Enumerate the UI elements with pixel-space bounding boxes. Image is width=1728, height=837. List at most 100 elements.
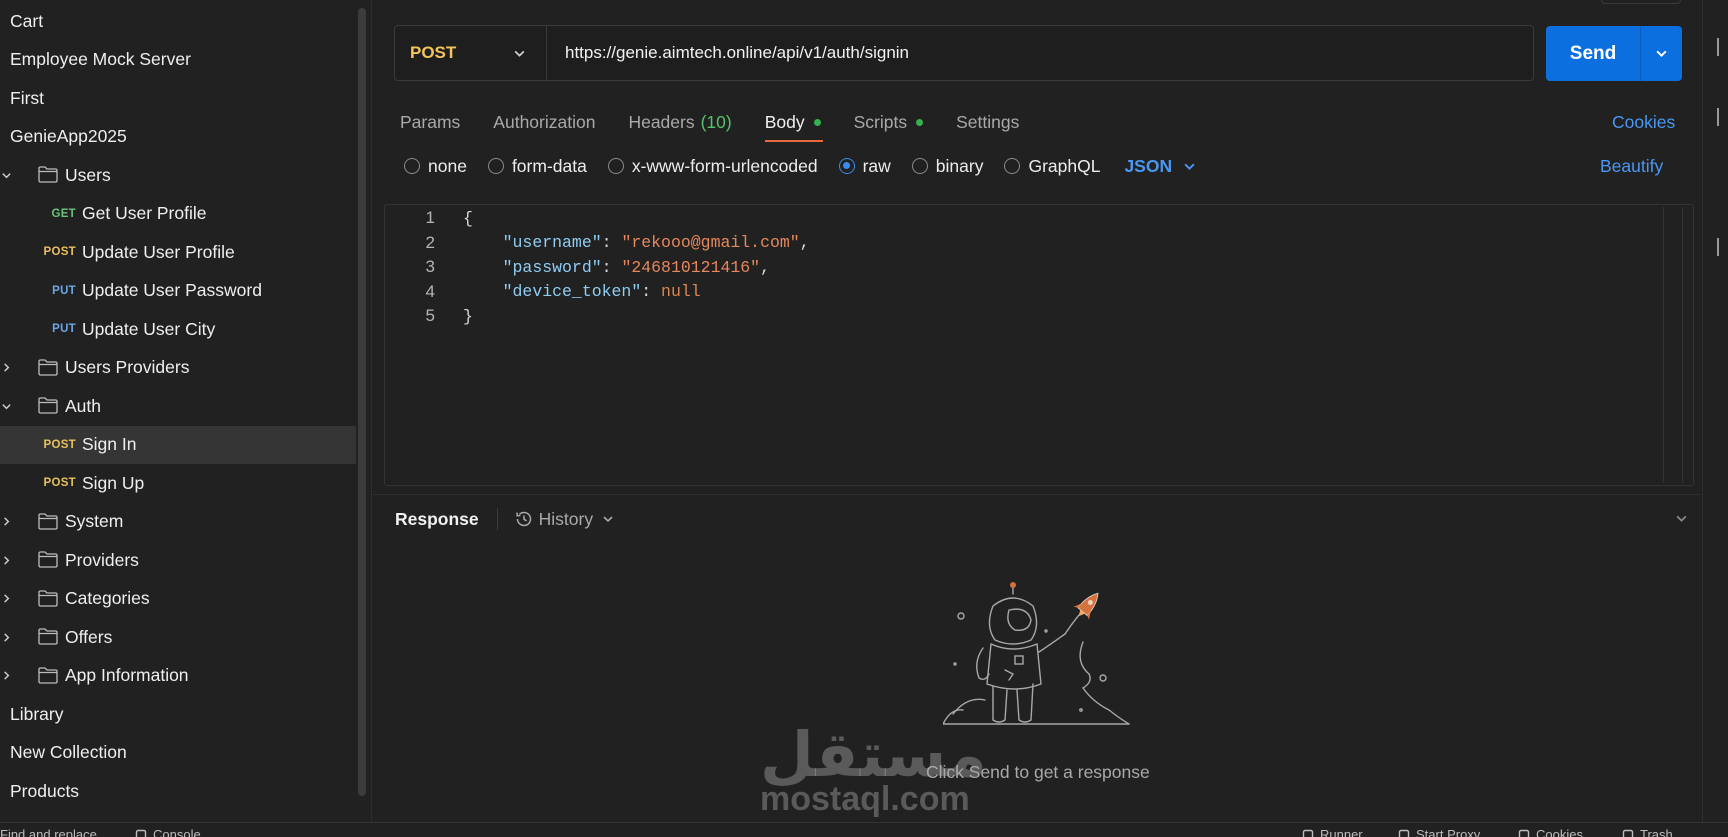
folder-icon [38, 166, 58, 183]
editor-scrollbar[interactable] [1663, 207, 1683, 483]
radio-circle[interactable] [1004, 158, 1021, 174]
body-language-select[interactable]: JSON [1124, 156, 1196, 177]
pane-divider[interactable] [373, 494, 1701, 495]
sidebar-request-item[interactable]: PUT Update User City [0, 310, 356, 349]
radio-circle[interactable] [404, 158, 420, 174]
sidebar-folder-item[interactable]: Users Providers [0, 349, 356, 388]
chevron-right-icon[interactable] [0, 541, 12, 579]
line-number: 2 [425, 232, 435, 252]
json-key: "device_token" [502, 282, 642, 301]
code-line: 2 "username": "rekooo@gmail.com", [385, 231, 810, 255]
json-colon: : [641, 282, 662, 301]
tab-params[interactable]: Params [400, 104, 460, 140]
status-item-start-proxy[interactable]: Start Proxy [1398, 827, 1480, 837]
sidebar-folder-item[interactable]: App Information [0, 657, 356, 696]
send-options-button[interactable] [1641, 26, 1682, 81]
chevron-down-icon [514, 50, 525, 57]
sidebar-folder-item[interactable]: Providers [0, 541, 356, 580]
url-bar: POST [394, 25, 1534, 81]
method-badge: GET [51, 207, 76, 220]
radio-raw[interactable]: raw [838, 156, 891, 177]
radio-circle[interactable] [838, 158, 855, 174]
status-item-runner[interactable]: Runner [1302, 827, 1363, 837]
tab-body[interactable]: Body [764, 104, 823, 142]
method-select-value: POST [410, 43, 457, 62]
method-badge: PUT [52, 323, 76, 336]
sidebar-request-item[interactable]: POST Sign Up [0, 464, 356, 503]
tab-label: Body [764, 111, 805, 132]
line-number: 1 [425, 208, 435, 227]
sidebar-scrollbar[interactable] [358, 8, 366, 796]
sidebar-collection-item[interactable]: Library [0, 695, 356, 734]
sidebar-collection-item[interactable]: First [0, 79, 356, 118]
sidebar-collection-item[interactable]: Employee Mock Server [0, 41, 356, 80]
sidebar-item-label: First [10, 87, 45, 108]
method-select[interactable]: POST [395, 26, 547, 80]
sidebar-collection-item[interactable]: Products [0, 772, 356, 811]
status-icon [1398, 829, 1410, 837]
radio-binary[interactable]: binary [911, 156, 983, 177]
chevron-down-icon [1184, 163, 1195, 170]
radio-form-data[interactable]: form-data [487, 156, 587, 177]
radio-none[interactable]: none [404, 156, 467, 177]
send-button[interactable]: Send [1546, 26, 1641, 81]
response-collapse-button[interactable] [1675, 512, 1688, 530]
tab-label: Params [400, 111, 461, 132]
sidebar-item-label: Providers [65, 549, 139, 570]
sidebar-collection-item[interactable]: Cart [0, 2, 356, 41]
radio-circle[interactable] [911, 158, 928, 174]
json-colon: : [601, 233, 622, 252]
sidebar-folder-item[interactable]: Categories [0, 580, 356, 619]
empty-response-message: Click Send to get a response [926, 762, 1150, 782]
sidebar-collection-item[interactable]: New Collection [0, 734, 356, 773]
tab-authorization[interactable]: Authorization [493, 104, 595, 140]
sidebar-request-item[interactable]: PUT Update User Password [0, 272, 356, 311]
sidebar-item-label: Sign In [82, 434, 137, 455]
rail-icon[interactable] [1717, 108, 1727, 126]
status-item-trash[interactable]: Trash [1622, 827, 1673, 837]
line-number: 3 [425, 257, 435, 276]
code-text: "password": "246810121416", [463, 258, 770, 277]
status-item-console[interactable]: Console [135, 827, 201, 837]
sidebar-folder-item[interactable]: Offers [0, 618, 356, 657]
sidebar-item-label: Users Providers [65, 357, 190, 378]
radio-x-www-form-urlencoded[interactable]: x-www-form-urlencoded [607, 156, 818, 177]
rail-icon[interactable] [1717, 38, 1727, 56]
status-icon [135, 829, 147, 837]
chevron-right-icon[interactable] [0, 580, 12, 618]
code-editor[interactable]: 1{2 "username": "rekooo@gmail.com", 3 "pa… [384, 204, 1694, 486]
sidebar-request-item[interactable]: POST Update User Profile [0, 233, 356, 272]
sidebar-collection-item[interactable]: GenieApp2025 [0, 118, 356, 157]
rail-icon[interactable] [1717, 238, 1727, 256]
status-icon [1302, 829, 1314, 837]
sidebar-request-item[interactable]: POST Sign In [0, 425, 356, 464]
chevron-right-icon[interactable] [0, 618, 12, 656]
tab-scripts[interactable]: Scripts [854, 104, 924, 140]
collection-tree: Cart Employee Mock Server First GenieApp202… [0, 2, 356, 811]
sidebar-folder-item[interactable]: Users [0, 156, 356, 195]
history-button[interactable]: History [514, 509, 614, 530]
chevron-right-icon[interactable] [0, 503, 12, 541]
code-line: 3 "password": "246810121416", [385, 255, 770, 279]
sidebar-folder-item[interactable]: Auth [0, 387, 356, 426]
chevron-down-icon[interactable] [0, 156, 12, 194]
json-value: null [661, 282, 701, 301]
sidebar-folder-item[interactable]: System [0, 503, 356, 542]
status-item-cookies[interactable]: Cookies [1518, 827, 1583, 837]
url-input[interactable] [547, 26, 1533, 80]
sidebar-request-item[interactable]: GET Get User Profile [0, 195, 356, 234]
chevron-right-icon[interactable] [0, 349, 12, 387]
tab-settings[interactable]: Settings [956, 104, 1019, 140]
chevron-down-icon[interactable] [0, 387, 12, 425]
status-item-find-and-replace[interactable]: Find and replace [0, 827, 97, 837]
cookies-link[interactable]: Cookies [1612, 104, 1675, 140]
tab-headers[interactable]: Headers (10) [628, 104, 731, 140]
radio-circle[interactable] [487, 158, 504, 174]
right-sidebar-rail [1702, 0, 1728, 822]
chevron-down-icon [603, 516, 613, 523]
radio-graphql[interactable]: GraphQL [1004, 156, 1100, 177]
chevron-right-icon[interactable] [0, 657, 12, 695]
folder-icon [38, 358, 58, 376]
radio-circle[interactable] [607, 158, 624, 174]
beautify-button[interactable]: Beautify [1600, 152, 1663, 180]
